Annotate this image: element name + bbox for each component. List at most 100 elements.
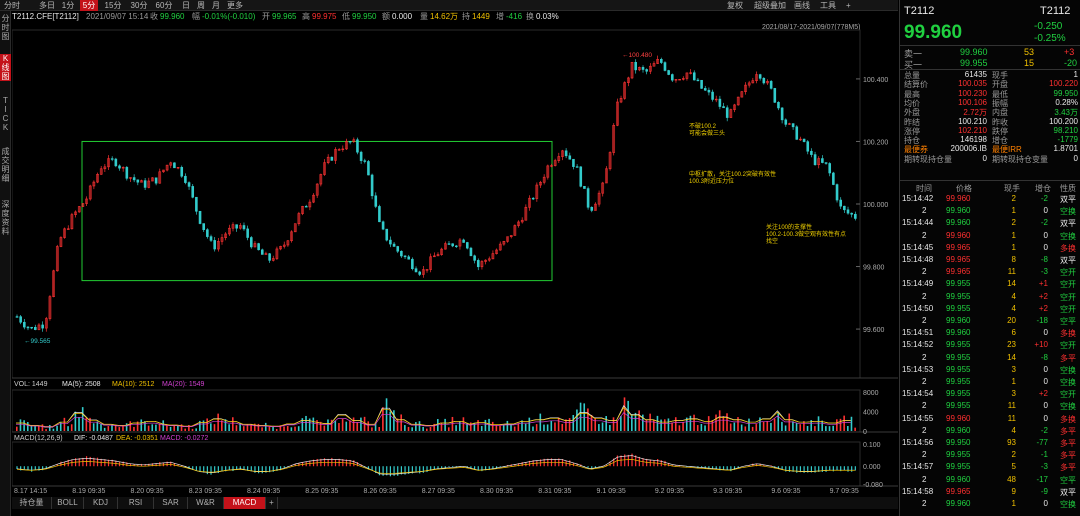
quote-panel: T2112 T2112 99.960 -0.250 -0.25% 卖一 99.96… bbox=[899, 0, 1080, 516]
sidebar-view-tab[interactable]: 分 时 图 bbox=[0, 14, 11, 41]
x-tick-label: 8.19 09:35 bbox=[72, 488, 105, 495]
volume-bar bbox=[678, 425, 681, 431]
volume-bar bbox=[572, 414, 575, 431]
tick-oi-change: 0 bbox=[1043, 401, 1048, 411]
indicator-tab[interactable]: RSI bbox=[118, 497, 154, 509]
volume-bar bbox=[48, 424, 51, 431]
tick-price: 99.960 bbox=[946, 230, 971, 240]
candle-body bbox=[143, 180, 147, 188]
volume-bar bbox=[147, 425, 150, 431]
period-tab[interactable]: 更多 bbox=[226, 0, 244, 11]
tick-volume: 14 bbox=[1007, 352, 1016, 362]
stat-label: 期转现持仓量 bbox=[904, 154, 952, 164]
volume-bar bbox=[652, 419, 655, 431]
indicator-tab[interactable]: SAR bbox=[154, 497, 188, 509]
toolbar-right-button[interactable]: 超级叠加 bbox=[754, 0, 786, 11]
volume-bar bbox=[620, 415, 622, 431]
tick-time: 2 bbox=[922, 499, 927, 508]
volume-bar bbox=[34, 425, 36, 431]
tick-oi-change: -17 bbox=[1036, 474, 1048, 484]
candle-body bbox=[813, 154, 817, 166]
volume-bar bbox=[415, 422, 417, 431]
candle-body bbox=[824, 162, 828, 164]
indicator-tab[interactable]: + bbox=[266, 497, 278, 509]
tick-time: 15:14:53 bbox=[902, 364, 934, 374]
period-tab[interactable]: 60分 bbox=[153, 0, 175, 11]
sidebar-view-tab[interactable]: 深 度 资 料 bbox=[0, 200, 11, 236]
volume-bar bbox=[601, 422, 604, 431]
volume-bar bbox=[418, 421, 421, 431]
tick-nature: 空开 bbox=[1060, 292, 1076, 302]
candle-body bbox=[257, 243, 260, 251]
candle-body bbox=[191, 186, 195, 198]
candle-body bbox=[806, 141, 810, 152]
tick-oi-change: -2 bbox=[1040, 194, 1048, 203]
volume-bar bbox=[612, 417, 615, 431]
sidebar-view-tab[interactable]: K 线 图 bbox=[0, 54, 11, 81]
divider bbox=[900, 45, 1080, 46]
volume-bar bbox=[323, 425, 326, 431]
period-tab[interactable]: 多日 bbox=[38, 0, 56, 11]
candle-body bbox=[385, 228, 389, 241]
tick-price: 99.960 bbox=[946, 316, 971, 325]
period-tab[interactable]: 分时 bbox=[2, 0, 22, 11]
volume-bar bbox=[455, 425, 457, 431]
volume-bar bbox=[484, 419, 487, 431]
volume-bar bbox=[781, 421, 783, 431]
divider bbox=[900, 180, 1080, 181]
y-tick-label: 99.600 bbox=[863, 327, 885, 334]
x-tick-label: 8.23 09:35 bbox=[189, 488, 222, 495]
volume-bar bbox=[784, 425, 787, 431]
volume-bar bbox=[550, 420, 553, 431]
candle-body bbox=[810, 150, 813, 155]
volume-bar bbox=[70, 424, 73, 431]
indicator-tab[interactable]: 持仓量 bbox=[12, 497, 52, 509]
candle-body bbox=[703, 88, 707, 91]
tick-nature: 空开 bbox=[1060, 390, 1076, 400]
tick-row: 15:14:58 99.965 9 -9 双平 bbox=[900, 487, 1080, 498]
volume-bar bbox=[264, 422, 267, 431]
period-tab[interactable]: 5分 bbox=[80, 0, 98, 11]
tick-time: 2 bbox=[922, 352, 927, 362]
tick-row: 15:14:54 99.955 3 +2 空开 bbox=[900, 389, 1080, 400]
price-change-pct: -0.25% bbox=[1034, 33, 1066, 44]
indicator-tab[interactable]: MACD bbox=[224, 497, 266, 509]
toolbar-right-button[interactable]: 复权 bbox=[727, 0, 743, 11]
indicator-tab[interactable]: BOLL bbox=[52, 497, 84, 509]
tick-volume: 1 bbox=[1011, 499, 1016, 508]
candle-body bbox=[411, 258, 414, 269]
candle-body bbox=[26, 326, 30, 329]
volume-bar bbox=[294, 426, 296, 431]
volume-bar bbox=[568, 418, 571, 431]
period-tab[interactable]: 1分 bbox=[60, 0, 76, 11]
volume-bar bbox=[52, 428, 55, 431]
volume-bar bbox=[92, 423, 95, 431]
period-tab[interactable]: 15分 bbox=[102, 0, 124, 11]
period-tab[interactable]: 30分 bbox=[128, 0, 150, 11]
tick-row: 15:14:48 99.965 8 -8 双平 bbox=[900, 255, 1080, 266]
tick-nature: 多平 bbox=[1060, 439, 1076, 448]
chart-area[interactable]: 100.400 100.200 100.000 99.800 99.600 ←100.48… bbox=[12, 22, 898, 496]
volume-bar bbox=[663, 419, 666, 431]
volume-bar bbox=[191, 428, 194, 431]
candle-body bbox=[455, 245, 458, 248]
period-tab[interactable]: 月 bbox=[210, 0, 222, 11]
volume-bar bbox=[151, 424, 154, 431]
period-tab[interactable]: 日 bbox=[180, 0, 192, 11]
toolbar-right-button[interactable]: 工具 bbox=[820, 0, 836, 11]
tick-volume: 8 bbox=[1011, 255, 1016, 264]
sidebar-view-tab[interactable]: T I C K bbox=[0, 96, 11, 132]
indicator-tab[interactable]: W&R bbox=[188, 497, 224, 509]
indicator-tab[interactable]: KDJ bbox=[84, 497, 118, 509]
tick-volume: 1 bbox=[1011, 377, 1016, 386]
toolbar-right-button[interactable]: + bbox=[846, 0, 851, 11]
toolbar-right-button[interactable]: 画线 bbox=[794, 0, 810, 11]
y-tick-label: 100.400 bbox=[863, 77, 888, 84]
volume-ma5: MA(5): 2508 bbox=[62, 381, 101, 388]
period-tab[interactable]: 周 bbox=[195, 0, 207, 11]
macd-dif-line bbox=[16, 455, 856, 475]
tick-time: 2 bbox=[922, 474, 927, 484]
volume-bar bbox=[169, 426, 172, 431]
volume-bar bbox=[144, 421, 146, 431]
sidebar-view-tab[interactable]: 成 交 明 细 bbox=[0, 147, 11, 183]
